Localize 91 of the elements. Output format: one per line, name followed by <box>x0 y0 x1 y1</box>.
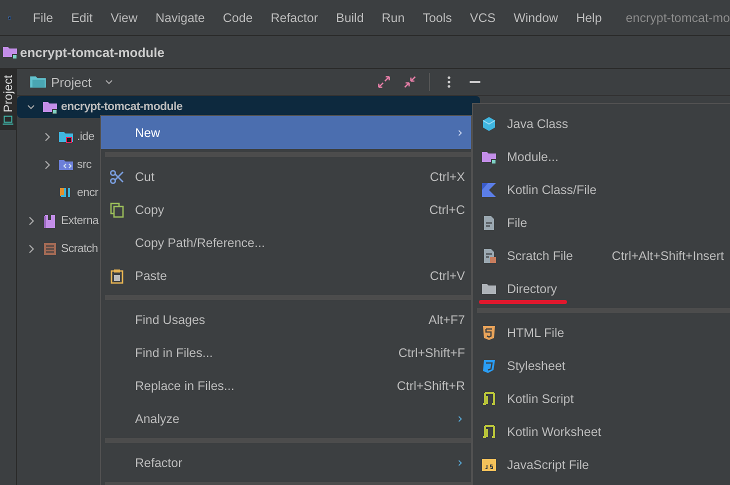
menu-item-label: Analyze <box>135 412 180 426</box>
menu-item[interactable]: Navigate <box>148 10 215 24</box>
file-icon <box>481 214 497 230</box>
menu-item-label: JavaScript File <box>507 458 590 472</box>
breadcrumb[interactable]: encrypt-tomcat-module <box>20 44 164 60</box>
folder-icon <box>58 129 74 145</box>
menu-item-label: Replace in Files... <box>135 378 236 392</box>
menu-item-label: Paste <box>135 268 168 282</box>
kotlin-script-icon <box>481 390 497 406</box>
menu-item-label: Find in Files... <box>135 346 214 360</box>
tool-window-tab[interactable]: Project <box>0 69 16 130</box>
menu-item-label: Scratch File <box>507 248 574 262</box>
menu-item[interactable]: Paste Ctrl+V <box>101 259 471 292</box>
menu-item[interactable]: File <box>24 10 64 24</box>
menu-item[interactable]: Refactor <box>262 10 328 24</box>
menu-item-label: Module... <box>507 150 560 164</box>
module-folder-icon <box>42 99 58 115</box>
menu-item-label: New <box>135 126 162 140</box>
menu-item-label: Kotlin Worksheet <box>507 424 602 438</box>
scratch-list-icon <box>42 241 58 257</box>
menu-item[interactable]: Analyze <box>101 402 471 435</box>
css-icon <box>481 358 497 374</box>
menu-item[interactable]: Build <box>328 10 374 24</box>
kotlin-script-icon <box>481 424 497 440</box>
laptop-icon <box>2 114 14 126</box>
menu-item-label: HTML File <box>507 326 566 340</box>
shortcut-label: Ctrl+C <box>429 202 465 216</box>
menu-item[interactable]: Tools <box>414 10 462 24</box>
window-title: encrypt-tomcat-mo <box>626 10 730 24</box>
menu-item-label: Stylesheet <box>507 358 566 372</box>
menu-item[interactable]: Module... <box>473 140 730 173</box>
copy-icon <box>109 202 125 218</box>
menu-item[interactable]: Copy Ctrl+C <box>101 193 471 226</box>
view-selector[interactable]: Project <box>29 73 116 91</box>
tree-item-label[interactable]: Scratch <box>61 243 98 255</box>
menu-item[interactable]: Edit <box>63 10 103 24</box>
menu-item[interactable]: Kotlin Worksheet <box>473 415 730 448</box>
menu-item[interactable]: View <box>102 10 148 24</box>
shortcut-label: Ctrl+Alt+Shift+Insert <box>612 248 724 262</box>
menu-item[interactable]: Run <box>374 10 415 24</box>
library-icon <box>42 213 58 229</box>
collapse-all-icon[interactable] <box>403 75 417 89</box>
cube-icon <box>481 116 497 132</box>
tree-item-label[interactable]: src <box>77 159 92 171</box>
menu-item[interactable]: Refactor <box>101 446 471 479</box>
menu-item[interactable]: Window <box>506 10 568 24</box>
menu-item-label: Kotlin Script <box>507 392 575 406</box>
shortcut-label: Ctrl+Shift+F <box>398 346 465 360</box>
menu-item-label: Copy Path/Reference... <box>135 236 266 250</box>
menu-item[interactable]: Find in Files... Ctrl+Shift+F <box>101 336 471 369</box>
scissors-icon <box>109 168 125 184</box>
menu-item-label: Copy <box>135 202 166 216</box>
menu-item[interactable]: Copy Path/Reference... <box>101 226 471 259</box>
menu-item[interactable]: Stylesheet <box>473 349 730 382</box>
shortcut-label: Alt+F7 <box>428 312 465 326</box>
kotlin-icon <box>481 182 497 198</box>
menu-item[interactable]: Kotlin Class/File <box>473 173 730 206</box>
menu-item-label: Kotlin Class/File <box>507 182 598 196</box>
shortcut-label: Ctrl+Shift+R <box>396 378 465 392</box>
menu-item-label: Cut <box>135 170 156 184</box>
html-icon <box>481 324 497 340</box>
expand-all-icon[interactable] <box>377 75 391 89</box>
menu-item[interactable]: Kotlin Script <box>473 382 730 415</box>
menu-item[interactable]: New <box>101 116 471 149</box>
shortcut-label: Ctrl+V <box>430 268 465 282</box>
tree-item-label[interactable]: .ide <box>77 131 94 143</box>
menu-item[interactable]: Code <box>214 10 263 24</box>
menu-item-label: Refactor <box>135 456 184 470</box>
menu-item[interactable]: VCS <box>462 10 506 24</box>
shortcut-label: Ctrl+X <box>430 170 465 184</box>
menu-item[interactable]: Cut Ctrl+X <box>101 160 471 193</box>
menu-item[interactable]: Find Usages Alt+F7 <box>101 303 471 336</box>
module-folder-icon <box>2 44 18 60</box>
menu-item-label: Directory <box>507 282 558 296</box>
js-file-icon <box>481 456 497 472</box>
menu-item-label: File <box>507 216 528 230</box>
scratch-file-icon <box>481 248 497 264</box>
tree-item-label[interactable]: encr <box>77 187 98 199</box>
tree-item-label[interactable]: encrypt-tomcat-module <box>61 101 182 113</box>
menu-item-label: Java Class <box>507 116 570 130</box>
menu-item[interactable]: JavaScript File <box>473 448 730 481</box>
menu-item[interactable]: Scratch File Ctrl+Alt+Shift+Insert <box>473 239 730 272</box>
menu-item[interactable]: File <box>473 206 730 239</box>
tree-item-label[interactable]: Externa <box>61 215 99 227</box>
source-folder-icon <box>58 157 74 173</box>
menu-item[interactable]: Help <box>568 10 612 24</box>
menu-item[interactable]: HTML File <box>473 316 730 349</box>
menu-item-label: Find Usages <box>135 312 206 326</box>
menu-item[interactable]: Directory <box>473 272 730 305</box>
menu-item[interactable]: Replace in Files... Ctrl+Shift+R <box>101 369 471 402</box>
clipboard-icon <box>109 268 125 284</box>
